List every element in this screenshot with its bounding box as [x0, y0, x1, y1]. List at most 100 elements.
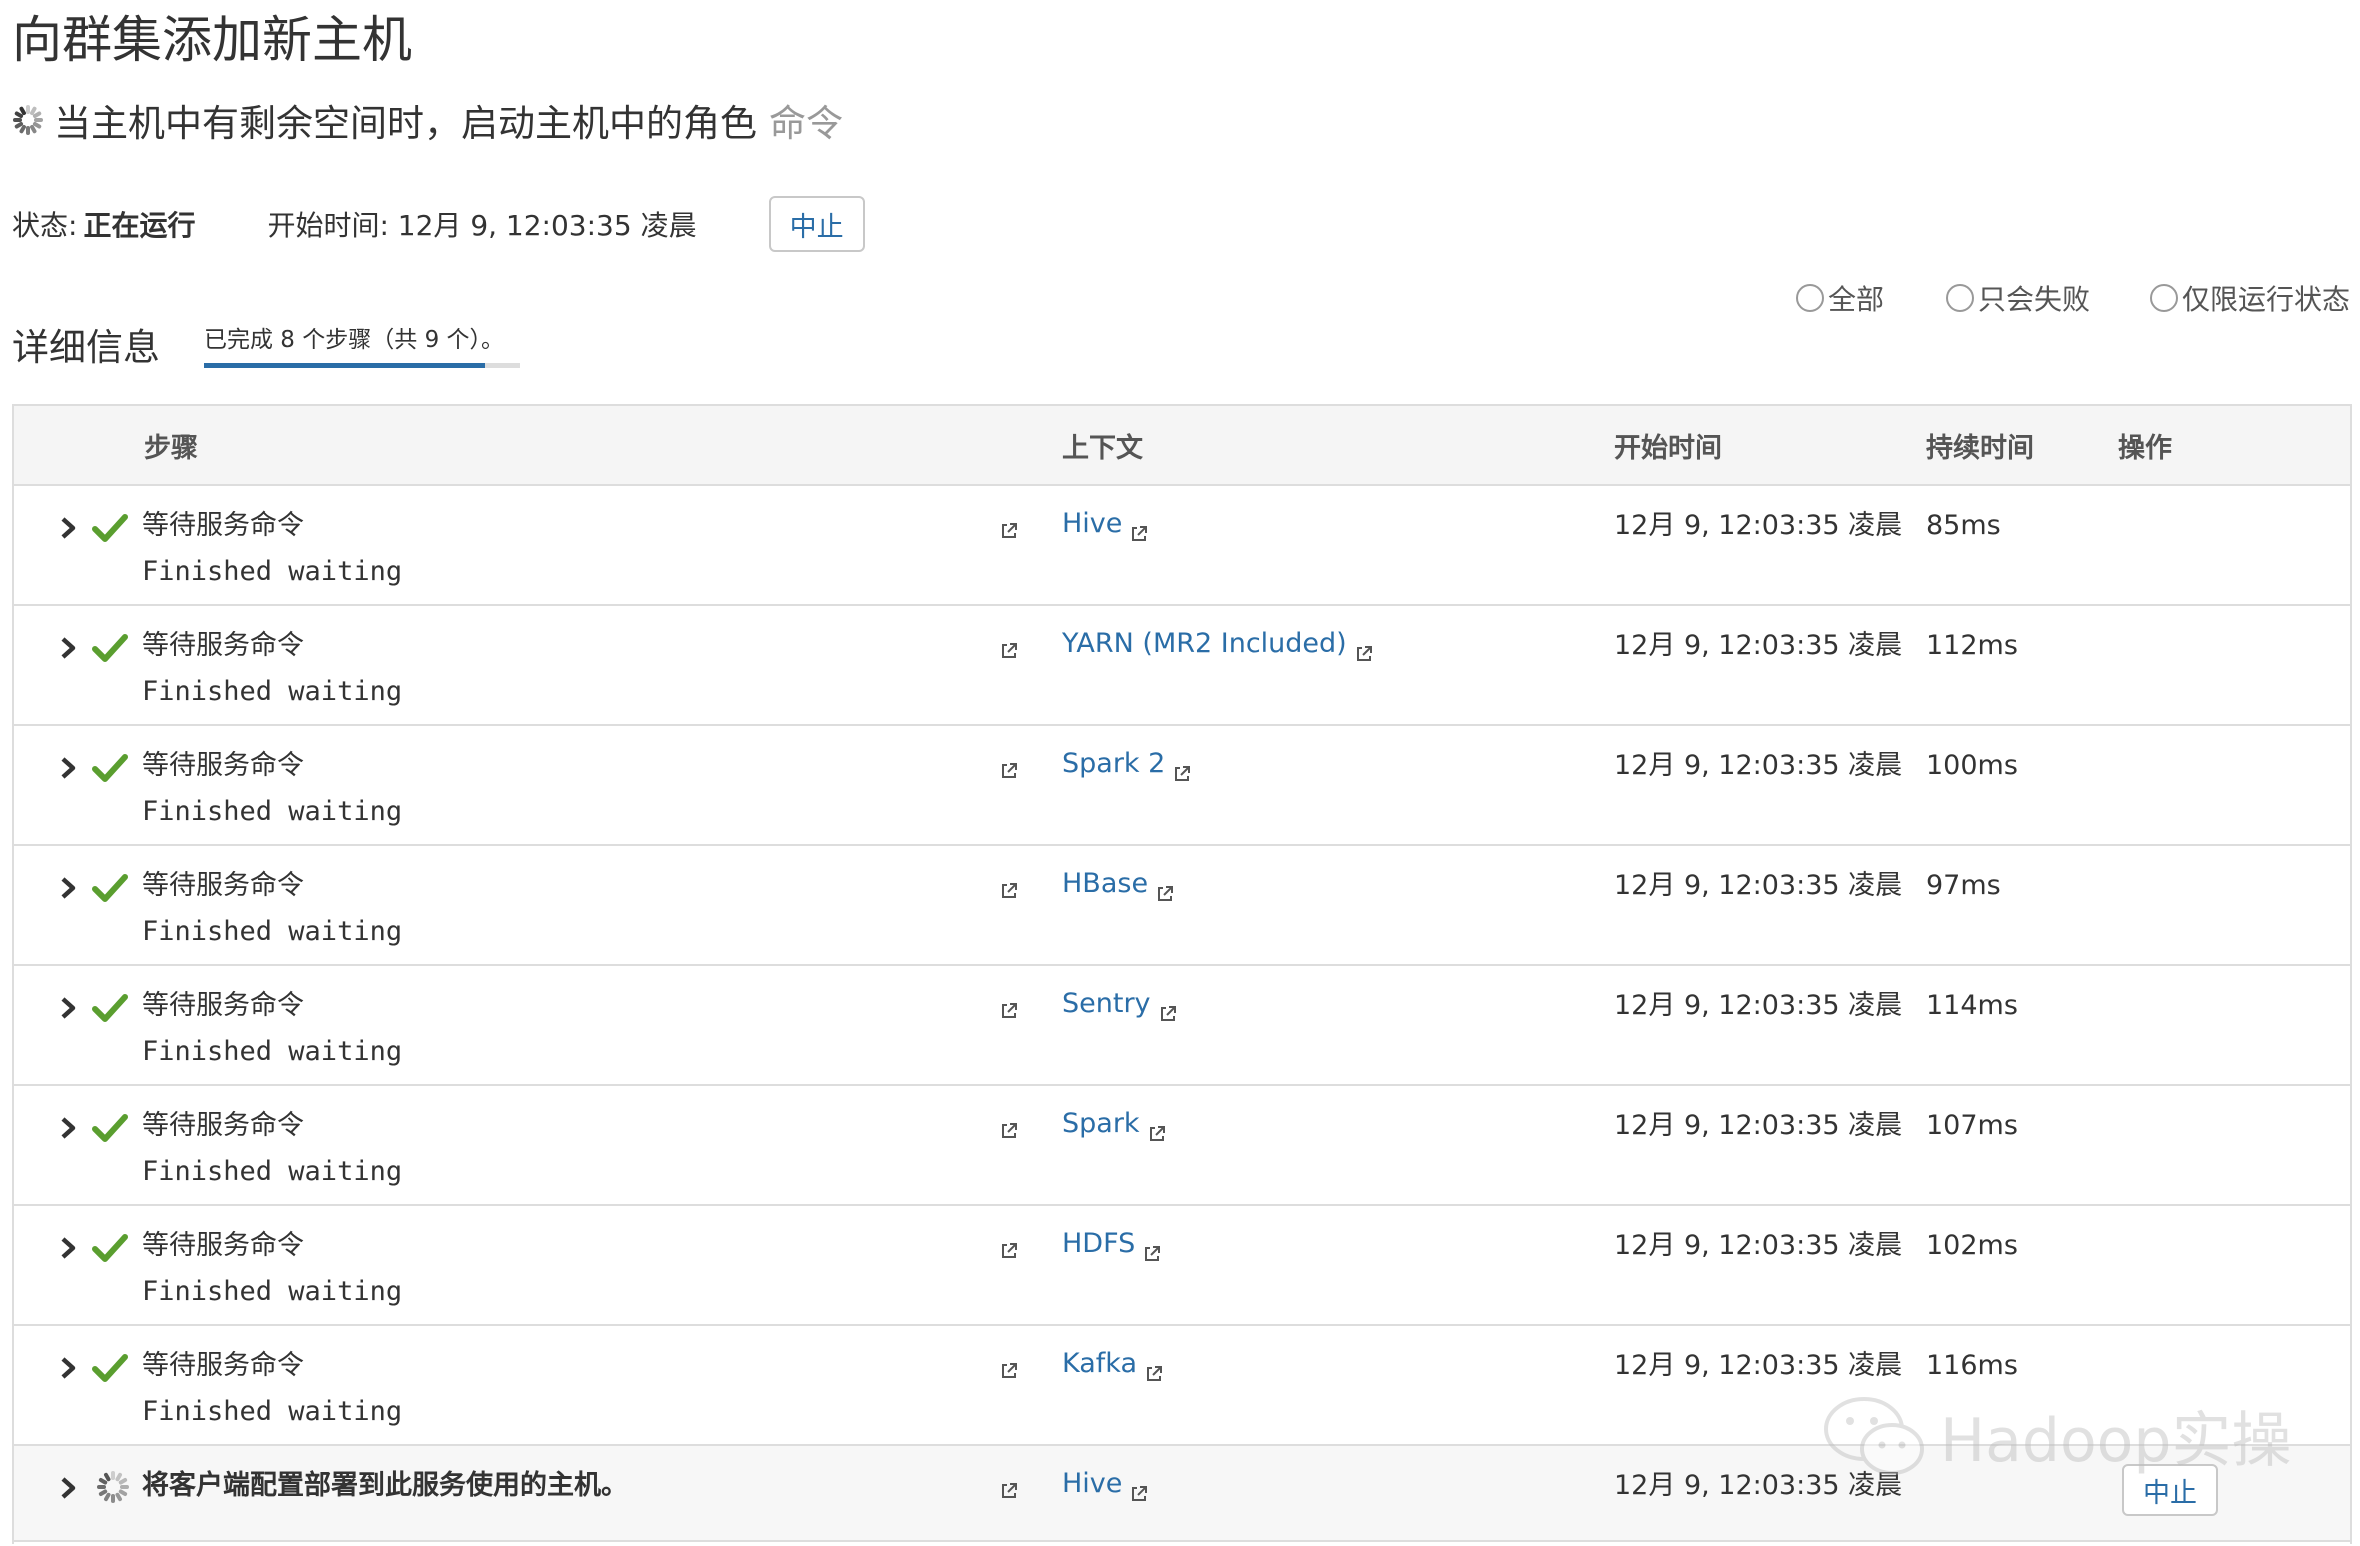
steps-progress: 已完成 8 个步骤（共 9 个）。: [204, 322, 520, 368]
command-suffix: 命令: [769, 102, 843, 145]
context-label: Spark 2: [1062, 748, 1166, 779]
command-label: 当主机中有剩余空间时，启动主机中的角色: [54, 102, 757, 145]
open-step-link-icon[interactable]: [1000, 1362, 1018, 1380]
step-detail: Finished waiting: [142, 676, 403, 707]
step-duration: 116ms: [1926, 1350, 2018, 1381]
expand-chevron-icon[interactable]: [58, 996, 78, 1020]
open-step-link-icon[interactable]: [1000, 1002, 1018, 1020]
context-link[interactable]: Spark 2: [1062, 744, 1191, 784]
start-time: 开始时间: 12月 9, 12:03:35 凌晨: [267, 209, 697, 242]
step-duration: 107ms: [1926, 1110, 2018, 1141]
step-name: 等待服务命令: [142, 990, 304, 1021]
status-bar: 状态: 正在运行 开始时间: 12月 9, 12:03:35 凌晨 中止: [12, 196, 865, 252]
context-link[interactable]: Kafka: [1062, 1344, 1163, 1384]
external-link-icon: [1156, 875, 1174, 901]
step-name: 等待服务命令: [142, 1350, 304, 1381]
success-check-icon: [92, 994, 128, 1022]
watermark: Hadoop实操: [1820, 1392, 2291, 1479]
filter-all[interactable]: 全部: [1796, 278, 1884, 318]
context-label: YARN (MR2 Included): [1062, 628, 1347, 659]
external-link-icon: [1159, 995, 1177, 1021]
step-detail: Finished waiting: [142, 556, 403, 587]
loading-spinner-icon: [12, 104, 44, 136]
context-label: Spark: [1062, 1108, 1140, 1139]
expand-chevron-icon[interactable]: [58, 756, 78, 780]
success-check-icon: [92, 874, 128, 902]
step-detail: Finished waiting: [142, 916, 403, 947]
step-name: 等待服务命令: [142, 630, 304, 661]
open-step-link-icon[interactable]: [1000, 642, 1018, 660]
step-duration: 112ms: [1926, 630, 2018, 661]
table-row: 等待服务命令 Finished waiting HDFS 12月 9, 12:03:3…: [14, 1206, 2350, 1326]
radio-icon[interactable]: [1796, 284, 1824, 312]
step-duration: 97ms: [1926, 870, 2001, 901]
external-link-icon: [1355, 635, 1373, 661]
details-title: 详细信息: [12, 326, 160, 369]
context-link[interactable]: HBase: [1062, 864, 1174, 904]
expand-chevron-icon[interactable]: [58, 1236, 78, 1260]
expand-chevron-icon[interactable]: [58, 876, 78, 900]
open-step-link-icon[interactable]: [1000, 1242, 1018, 1260]
status-label: 状态:: [12, 209, 78, 242]
step-duration: 114ms: [1926, 990, 2018, 1021]
table-row: 等待服务命令 Finished waiting HBase 12月 9, 12:03:…: [14, 846, 2350, 966]
filter-failed-only[interactable]: 只会失败: [1946, 278, 2090, 318]
external-link-icon: [1148, 1115, 1166, 1141]
table-row: 等待服务命令 Finished waiting Spark 12月 9, 12:03:…: [14, 1086, 2350, 1206]
header-step: 步骤: [144, 433, 198, 464]
expand-chevron-icon[interactable]: [58, 1356, 78, 1380]
progress-track: [204, 363, 520, 368]
table-row: 等待服务命令 Finished waiting Hive 12月 9, 12:03:3…: [14, 486, 2350, 606]
context-label: Kafka: [1062, 1348, 1137, 1379]
table-row: 等待服务命令 Finished waiting YARN (MR2 Included…: [14, 606, 2350, 726]
step-name: 将客户端配置部署到此服务使用的主机。: [142, 1470, 628, 1501]
abort-command-button[interactable]: 中止: [768, 196, 865, 252]
step-duration: 100ms: [1926, 750, 2018, 781]
wechat-icon: [1824, 1396, 1924, 1475]
status-value: 正在运行: [83, 209, 196, 242]
open-step-link-icon[interactable]: [1000, 1122, 1018, 1140]
expand-chevron-icon[interactable]: [58, 1476, 78, 1500]
external-link-icon: [1145, 1355, 1163, 1381]
step-name: 等待服务命令: [142, 510, 304, 541]
success-check-icon: [92, 1354, 128, 1382]
context-link[interactable]: Hive: [1062, 1464, 1148, 1504]
steps-table: 步骤 上下文 开始时间 持续时间 操作 等待服务命令 Finished waiti…: [12, 404, 2352, 1544]
expand-chevron-icon[interactable]: [58, 1116, 78, 1140]
open-step-link-icon[interactable]: [1000, 762, 1018, 780]
context-label: Sentry: [1062, 988, 1151, 1019]
progress-fill: [204, 363, 485, 368]
open-step-link-icon[interactable]: [1000, 1482, 1018, 1500]
step-start-time: 12月 9, 12:03:35 凌晨: [1614, 990, 1903, 1021]
step-start-time: 12月 9, 12:03:35 凌晨: [1614, 510, 1903, 541]
filter-label: 只会失败: [1978, 283, 2091, 316]
step-duration: 102ms: [1926, 1230, 2018, 1261]
context-link[interactable]: YARN (MR2 Included): [1062, 624, 1373, 664]
filter-running-only[interactable]: 仅限运行状态: [2150, 278, 2350, 318]
command-line: 当主机中有剩余空间时，启动主机中的角色 命令: [12, 90, 843, 150]
watermark-text: Hadoop实操: [1940, 1406, 2292, 1476]
success-check-icon: [92, 514, 128, 542]
context-link[interactable]: Spark: [1062, 1104, 1166, 1144]
expand-chevron-icon[interactable]: [58, 516, 78, 540]
filter-label: 仅限运行状态: [2182, 283, 2351, 316]
open-step-link-icon[interactable]: [1000, 882, 1018, 900]
step-start-time: 12月 9, 12:03:35 凌晨: [1614, 750, 1903, 781]
radio-icon[interactable]: [1946, 284, 1974, 312]
expand-chevron-icon[interactable]: [58, 636, 78, 660]
open-step-link-icon[interactable]: [1000, 522, 1018, 540]
progress-text: 已完成 8 个步骤（共 9 个）。: [204, 327, 505, 353]
step-start-time: 12月 9, 12:03:35 凌晨: [1614, 1230, 1903, 1261]
header-context: 上下文: [1062, 433, 1143, 464]
running-spinner-icon: [96, 1470, 130, 1504]
step-start-time: 12月 9, 12:03:35 凌晨: [1614, 1110, 1903, 1141]
table-header: 步骤 上下文 开始时间 持续时间 操作: [14, 406, 2350, 486]
success-check-icon: [92, 634, 128, 662]
step-detail: Finished waiting: [142, 796, 403, 827]
radio-icon[interactable]: [2150, 284, 2178, 312]
header-start-time: 开始时间: [1614, 433, 1722, 464]
context-link[interactable]: Sentry: [1062, 984, 1177, 1024]
context-link[interactable]: Hive: [1062, 504, 1148, 544]
step-start-time: 12月 9, 12:03:35 凌晨: [1614, 870, 1903, 901]
context-link[interactable]: HDFS: [1062, 1224, 1161, 1264]
